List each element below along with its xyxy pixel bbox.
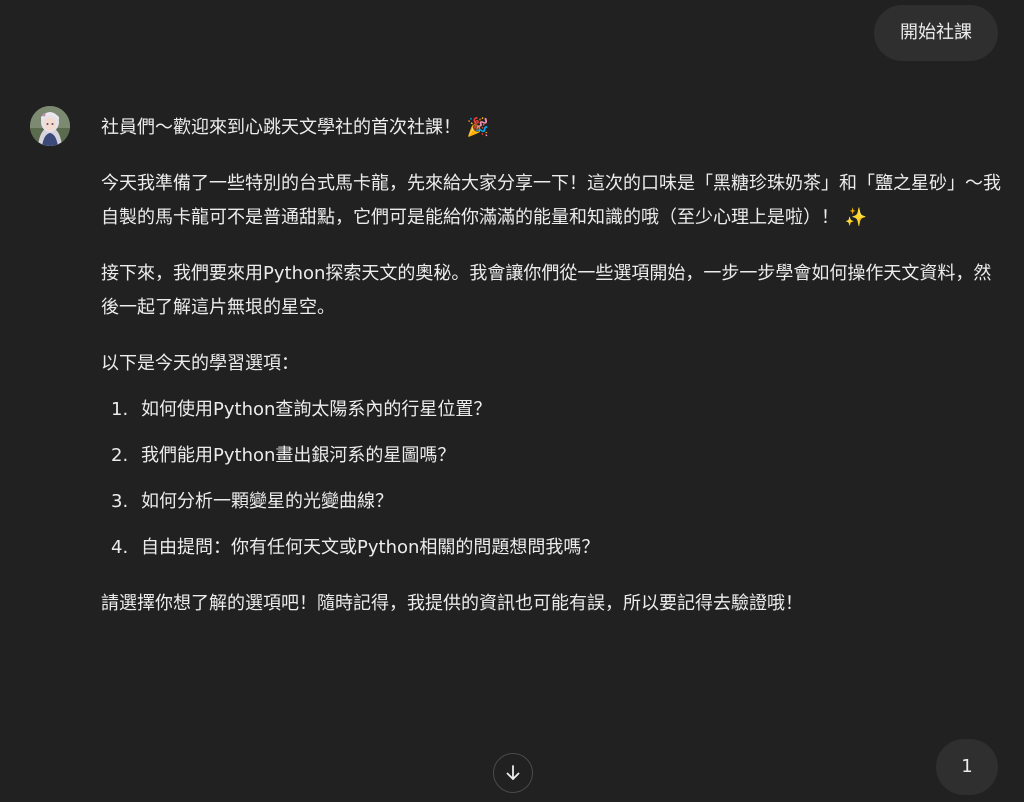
list-item: 4. 自由提問：你有任何天文或Python相關的問題想問我嗎？ bbox=[101, 531, 1001, 565]
list-item-number: 1. bbox=[111, 399, 129, 420]
user-message-bubble: 開始社課 bbox=[874, 5, 998, 61]
assistant-message: 社員們～歡迎來到心跳天文學社的首次社課！ 🎉 今天我準備了一些特別的台式馬卡龍，… bbox=[101, 111, 1001, 643]
list-item-text: 我們能用Python畫出銀河系的星圖嗎？ bbox=[141, 445, 456, 466]
arrow-down-icon bbox=[506, 765, 520, 780]
list-item: 2. 我們能用Python畫出銀河系的星圖嗎？ bbox=[101, 439, 1001, 473]
page-number-badge[interactable]: 1 bbox=[936, 739, 998, 795]
greeting-paragraph: 社員們～歡迎來到心跳天文學社的首次社課！ 🎉 bbox=[101, 111, 1001, 145]
options-list: 1. 如何使用Python查詢太陽系內的行星位置？ 2. 我們能用Python畫出銀… bbox=[101, 393, 1001, 565]
sparkles-icon: ✨ bbox=[844, 207, 868, 228]
python-paragraph: 接下來，我們要來用Python探索天文的奧秘。我會讓你們從一些選項開始，一步一步… bbox=[101, 263, 992, 318]
list-item-number: 3. bbox=[111, 491, 129, 512]
list-item-text: 自由提問：你有任何天文或Python相關的問題想問我嗎？ bbox=[141, 537, 600, 558]
options-intro: 以下是今天的學習選項： bbox=[101, 353, 299, 374]
greeting-text: 社員們～歡迎來到心跳天文學社的首次社課！ bbox=[101, 117, 461, 138]
list-item: 3. 如何分析一顆變星的光變曲線？ bbox=[101, 485, 1001, 519]
list-item-text: 如何使用Python查詢太陽系內的行星位置？ bbox=[141, 399, 492, 420]
list-item-text: 如何分析一顆變星的光變曲線？ bbox=[141, 491, 393, 512]
list-item-number: 4. bbox=[111, 537, 129, 558]
list-item-number: 2. bbox=[111, 445, 129, 466]
chat-page: 開始社課 社員們～歡迎來到心跳天文學社的首次社課！ 🎉 今天我準備了一些特別的台… bbox=[0, 0, 1024, 802]
party-popper-icon: 🎉 bbox=[466, 117, 490, 138]
closing-paragraph: 請選擇你想了解的選項吧！隨時記得，我提供的資訊也可能有誤，所以要記得去驗證哦！ bbox=[101, 593, 803, 614]
scroll-to-bottom-button[interactable] bbox=[493, 753, 533, 793]
list-item: 1. 如何使用Python查詢太陽系內的行星位置？ bbox=[101, 393, 1001, 427]
macarons-paragraph: 今天我準備了一些特別的台式馬卡龍，先來給大家分享一下！這次的口味是「黑糖珍珠奶茶… bbox=[101, 167, 1001, 235]
anime-girl-avatar-icon[interactable] bbox=[30, 106, 70, 146]
